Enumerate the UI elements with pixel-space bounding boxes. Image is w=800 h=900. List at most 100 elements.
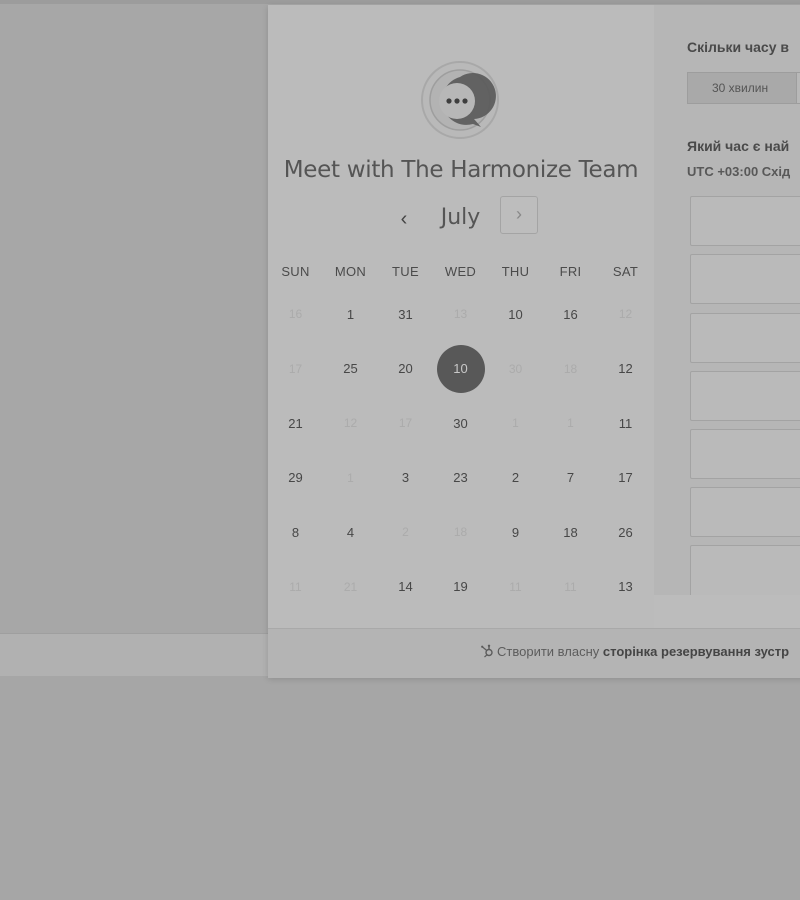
calendar-day[interactable]: 12 <box>598 342 653 397</box>
calendar-day-number: 1 <box>346 306 355 322</box>
weekday-fri: FRI <box>559 263 582 279</box>
calendar-day-number: 18 <box>563 524 578 540</box>
calendar-week: 17 25 20 10 30 18 12 <box>268 342 654 397</box>
calendar-day[interactable]: 3 <box>378 451 433 506</box>
calendar-body: 16 1 31 13 10 16 12 17 25 20 10 30 18 12 21 12 17 30 1 1 11 2… <box>268 287 654 614</box>
organizer-avatar <box>421 61 499 139</box>
calendar-day-unavailable: 18 <box>543 342 598 397</box>
calendar-day[interactable]: 17 <box>598 451 653 506</box>
calendar-day-number: 14 <box>398 579 413 595</box>
calendar-grid: SUN MON TUE WED THU FRI SAT 16 1 31 13 10 16 12 17 25 2… <box>268 255 654 614</box>
calendar-day-number: 1 <box>512 416 519 431</box>
calendar-day[interactable]: 10 <box>488 287 543 342</box>
calendar-day-number: 10 <box>508 306 523 322</box>
chat-bubble-icon <box>429 69 496 131</box>
duration-option-button-2[interactable] <box>796 72 800 104</box>
calendar-day[interactable]: 20 <box>378 342 433 397</box>
calendar-week: 8 4 2 18 9 18 26 <box>268 505 654 560</box>
time-slot[interactable] <box>690 196 800 246</box>
calendar-day-number: 12 <box>343 416 358 431</box>
calendar-day[interactable]: 9 <box>488 505 543 560</box>
time-slot[interactable] <box>690 371 800 421</box>
calendar-day-unavailable: 12 <box>598 287 653 342</box>
prev-month-button[interactable]: ‹ <box>390 202 418 236</box>
calendar-day[interactable]: 1 <box>323 287 378 342</box>
weekday-wed: WED <box>444 263 477 279</box>
create-booking-page-link[interactable]: Створити власну сторінка резервування зу… <box>480 644 789 659</box>
calendar-week: 11 21 14 19 11 11 13 <box>268 560 654 615</box>
calendar-day-number: 1 <box>567 416 574 431</box>
calendar-day-unavailable: 2 <box>378 505 433 560</box>
calendar-day-number: 29 <box>288 470 303 486</box>
timezone-label[interactable]: UTC +03:00 Схід <box>687 164 790 179</box>
calendar-day-number: 3 <box>401 470 410 486</box>
calendar-day-number: 12 <box>618 361 633 377</box>
next-month-button[interactable]: › <box>500 196 538 234</box>
time-slot[interactable] <box>690 487 800 537</box>
calendar-day-number: 10 <box>436 344 485 393</box>
calendar-day-number: 11 <box>509 579 522 594</box>
time-slot[interactable] <box>690 313 800 363</box>
weekday-thu: THU <box>501 263 530 279</box>
calendar-day[interactable]: 19 <box>433 560 488 615</box>
duration-option-button[interactable]: 30 хвилин <box>687 72 797 104</box>
calendar-day-number: 9 <box>511 524 520 540</box>
calendar-day-number: 23 <box>453 470 468 486</box>
calendar-day[interactable]: 2 <box>488 451 543 506</box>
calendar-day-number: 13 <box>453 307 468 322</box>
duration-option-label: 30 хвилин <box>712 81 769 95</box>
calendar-day-number: 30 <box>453 415 468 431</box>
calendar-day-unavailable: 16 <box>268 287 323 342</box>
page-title: Meet with The Harmonize Team <box>283 157 639 183</box>
calendar-day[interactable]: 31 <box>378 287 433 342</box>
calendar-day[interactable]: 29 <box>268 451 323 506</box>
weekday-mon: MON <box>334 263 367 279</box>
weekday-tue: TUE <box>392 263 419 279</box>
footer-bar: Створити власну сторінка резервування зу… <box>268 628 800 678</box>
calendar-day-selected[interactable]: 10 <box>433 342 488 397</box>
calendar-day-unavailable: 11 <box>543 560 598 615</box>
calendar-day[interactable]: 23 <box>433 451 488 506</box>
calendar-day[interactable]: 30 <box>433 396 488 451</box>
calendar-day-number: 13 <box>618 579 633 595</box>
calendar-day[interactable]: 13 <box>598 560 653 615</box>
calendar-day-unavailable: 1 <box>488 396 543 451</box>
calendar-day-number: 7 <box>566 470 575 486</box>
calendar-day-unavailable: 17 <box>268 342 323 397</box>
calendar-day-number: 21 <box>288 415 303 431</box>
calendar-day[interactable]: 16 <box>543 287 598 342</box>
calendar-day-unavailable: 21 <box>323 560 378 615</box>
calendar-day-number: 19 <box>453 579 468 595</box>
calendar-day-number: 25 <box>343 361 358 377</box>
time-slot[interactable] <box>690 429 800 479</box>
calendar-day-number: 16 <box>563 306 578 322</box>
calendar-week: 16 1 31 13 10 16 12 <box>268 287 654 342</box>
month-label: July <box>440 205 481 230</box>
calendar-week: 29 1 3 23 2 7 17 <box>268 451 654 506</box>
calendar-day[interactable]: 7 <box>543 451 598 506</box>
footer-text-prefix: Створити власну <box>497 644 600 659</box>
footer-text-bold: сторінка резервування зустр <box>602 644 790 659</box>
time-slot[interactable] <box>690 545 800 595</box>
calendar-day[interactable]: 26 <box>598 505 653 560</box>
calendar-day[interactable]: 11 <box>598 396 653 451</box>
calendar-day[interactable]: 21 <box>268 396 323 451</box>
calendar-day-number: 1 <box>347 470 354 485</box>
calendar-day-number: 18 <box>563 361 578 376</box>
calendar-day-number: 17 <box>618 470 633 486</box>
calendar-day-number: 26 <box>618 524 633 540</box>
time-slot[interactable] <box>690 254 800 304</box>
calendar-day-number: 31 <box>398 306 413 322</box>
calendar-day-number: 8 <box>291 524 300 540</box>
calendar-day-unavailable: 1 <box>543 396 598 451</box>
calendar-day[interactable]: 4 <box>323 505 378 560</box>
calendar-week: 21 12 17 30 1 1 11 <box>268 396 654 451</box>
calendar-day[interactable]: 14 <box>378 560 433 615</box>
calendar-day-number: 17 <box>398 416 413 431</box>
calendar-day[interactable]: 8 <box>268 505 323 560</box>
calendar-day-unavailable: 13 <box>433 287 488 342</box>
booking-panel: Скільки часу в 30 хвилин Який час є най … <box>654 5 800 595</box>
calendar-day[interactable]: 25 <box>323 342 378 397</box>
calendar-day[interactable]: 18 <box>543 505 598 560</box>
calendar-day-unavailable: 11 <box>488 560 543 615</box>
